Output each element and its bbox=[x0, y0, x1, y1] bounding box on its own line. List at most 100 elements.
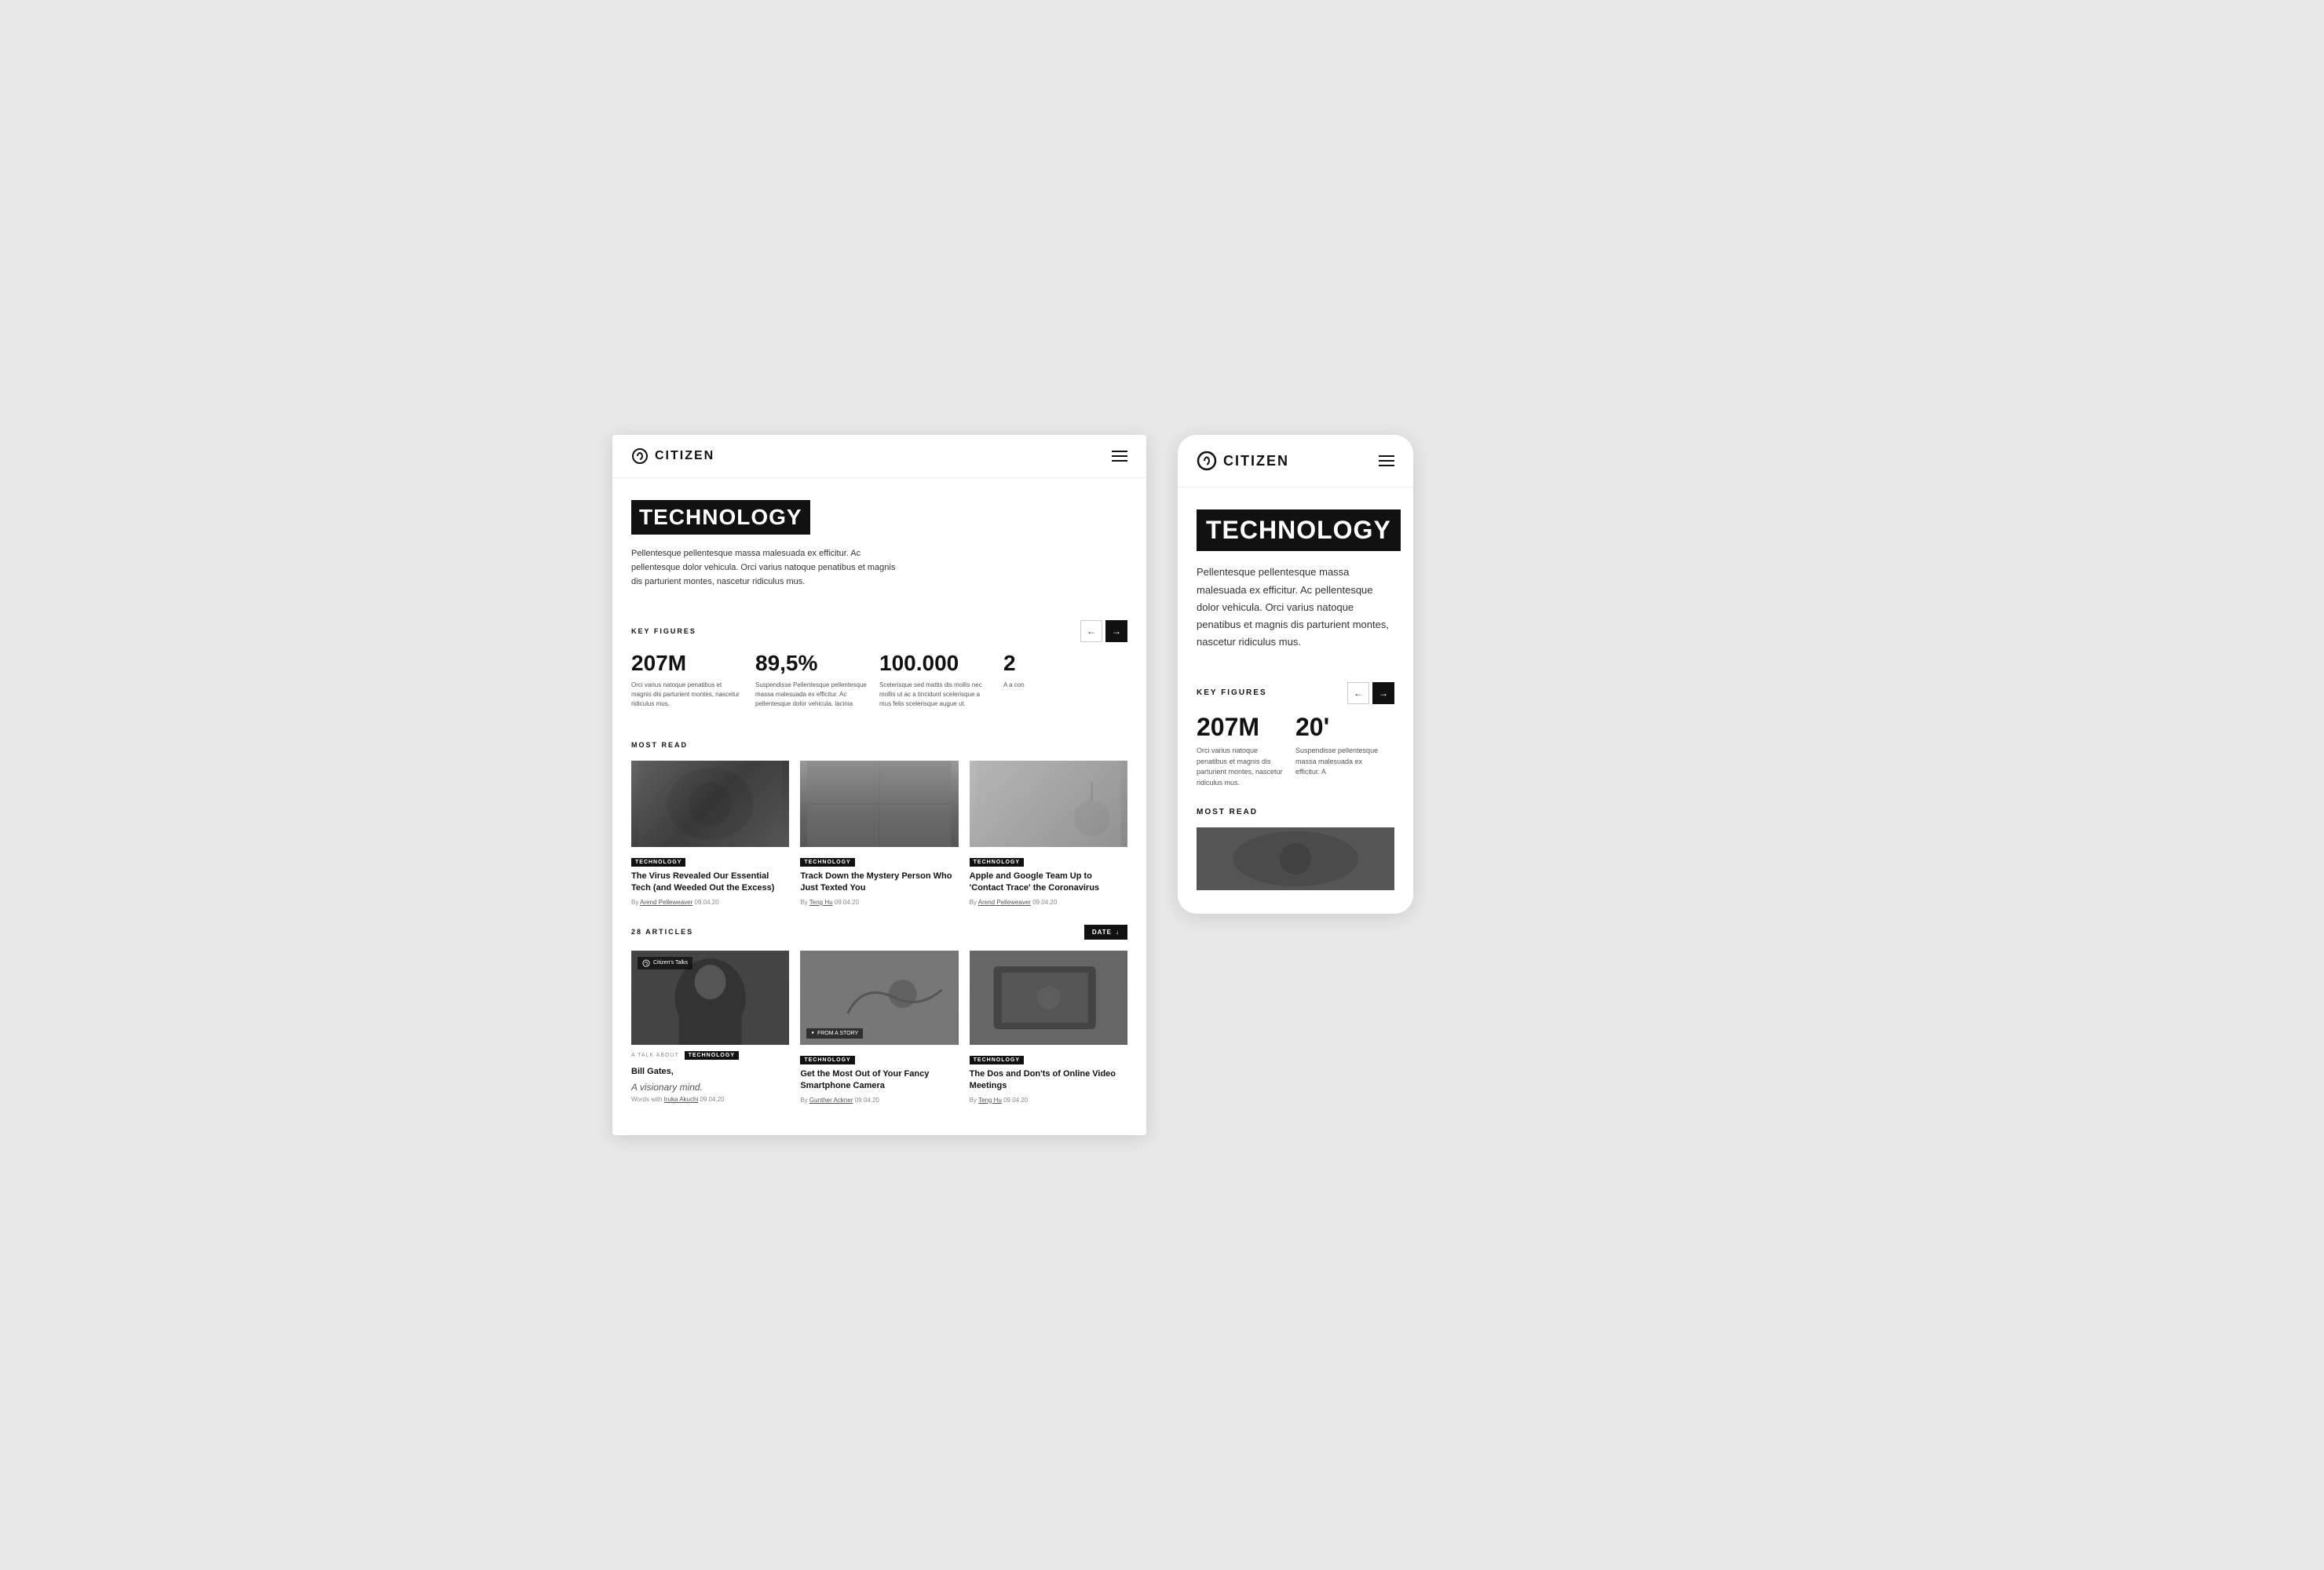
mobile-key-figures-label: KEY FIGURES bbox=[1197, 688, 1267, 697]
mobile-key-figures-nav: ← → bbox=[1347, 682, 1394, 704]
hero-description: Pellentesque pellentesque massa malesuad… bbox=[631, 547, 898, 589]
overlay-badge-text: Citizen's Talks bbox=[653, 960, 688, 966]
figure-desc-3: Scelerisque sed mattis dis mollis nec mo… bbox=[879, 681, 991, 709]
logo-icon bbox=[631, 447, 649, 465]
most-read-cards: TECHNOLOGY The Virus Revealed Our Essent… bbox=[631, 761, 1127, 906]
card-author-1[interactable]: Arend Pelleweaver bbox=[640, 899, 692, 906]
card-tag-3: TECHNOLOGY bbox=[970, 858, 1024, 867]
date-filter-icon: ↓ bbox=[1116, 929, 1120, 936]
figure-number-2: 89,5% bbox=[755, 652, 867, 676]
article-tag-2: TECHNOLOGY bbox=[800, 1056, 854, 1064]
mobile-hero-description: Pellentesque pellentesque massa malesuad… bbox=[1197, 564, 1394, 650]
mobile-figure-item-1: 207M Orci varius natoque penatibus et ma… bbox=[1197, 714, 1295, 788]
figure-desc-1: Orci varius natoque penatibus et magnis … bbox=[631, 681, 743, 709]
article-meta-1: Words with Iruka Akuchi 09.04.20 bbox=[631, 1096, 789, 1103]
date-filter-label: DATE bbox=[1092, 929, 1112, 936]
article-image-1: Citizen's Talks bbox=[631, 951, 789, 1045]
figure-item-2: 89,5% Suspendisse Pellentesque pellentes… bbox=[755, 652, 879, 709]
article-title-2: Get the Most Out of Your Fancy Smartphon… bbox=[800, 1068, 958, 1093]
most-read-card-2[interactable]: TECHNOLOGY Track Down the Mystery Person… bbox=[800, 761, 958, 906]
article-date-2: 09.04.20 bbox=[855, 1097, 879, 1104]
category-title: TECHNOLOGY bbox=[631, 500, 810, 535]
most-read-card-3[interactable]: TECHNOLOGY Apple and Google Team Up to '… bbox=[970, 761, 1127, 906]
mobile-figures-row: 207M Orci varius natoque penatibus et ma… bbox=[1178, 714, 1413, 804]
screens-container: CITIZEN TECHNOLOGY Pellentesque pellente… bbox=[612, 435, 1712, 1134]
article-author-1[interactable]: Iruka Akuchi bbox=[664, 1096, 699, 1103]
article-title-1: Bill Gates, bbox=[631, 1066, 789, 1078]
key-figures-header: KEY FIGURES ← → bbox=[612, 604, 1146, 652]
article-author-3[interactable]: Teng Hu bbox=[978, 1097, 1002, 1104]
card-date-1: 09.04.20 bbox=[695, 899, 719, 906]
key-figures-next-btn[interactable]: → bbox=[1105, 620, 1127, 642]
card-date-2: 09.04.20 bbox=[835, 899, 859, 906]
article-date-3: 09.04.20 bbox=[1003, 1097, 1028, 1104]
mobile-hamburger-menu[interactable] bbox=[1379, 455, 1394, 466]
card-title-3: Apple and Google Team Up to 'Contact Tra… bbox=[970, 871, 1127, 895]
card-meta-2: By Teng Hu 09.04.20 bbox=[800, 899, 958, 906]
most-read-label: MOST READ bbox=[631, 741, 688, 749]
mobile-key-figures-prev-btn[interactable]: ← bbox=[1347, 682, 1369, 704]
key-figures-nav: ← → bbox=[1080, 620, 1127, 642]
mobile-logo-icon bbox=[1197, 451, 1217, 471]
mobile-most-read-label: MOST READ bbox=[1197, 808, 1258, 816]
desktop-screen: CITIZEN TECHNOLOGY Pellentesque pellente… bbox=[612, 435, 1146, 1134]
mobile-logo-text: CITIZEN bbox=[1223, 453, 1289, 469]
card-image-2 bbox=[800, 761, 958, 847]
article-title-3: The Dos and Don'ts of Online Video Meeti… bbox=[970, 1068, 1127, 1093]
article-tag-3: TECHNOLOGY bbox=[970, 1056, 1024, 1064]
date-filter-btn[interactable]: DATE ↓ bbox=[1084, 925, 1127, 940]
article-meta-2: By Gunther Ackner 09.04.20 bbox=[800, 1097, 958, 1104]
desktop-hero: TECHNOLOGY Pellentesque pellentesque mas… bbox=[612, 478, 1146, 604]
figure-number-4: 2 bbox=[1003, 652, 1115, 676]
card-tag-1: TECHNOLOGY bbox=[631, 858, 685, 867]
articles-count: 28 ARTICLES bbox=[631, 928, 693, 936]
article-image-3 bbox=[970, 951, 1127, 1045]
card-title-1: The Virus Revealed Our Essential Tech (a… bbox=[631, 871, 789, 895]
article-author-2[interactable]: Gunther Ackner bbox=[809, 1097, 853, 1104]
most-read-card-1[interactable]: TECHNOLOGY The Virus Revealed Our Essent… bbox=[631, 761, 789, 906]
card-author-2[interactable]: Teng Hu bbox=[809, 899, 833, 906]
card-image-3 bbox=[970, 761, 1127, 847]
from-story-badge: ● FROM A STORY bbox=[806, 1028, 863, 1039]
card-author-3[interactable]: Arend Pelleweaver bbox=[978, 899, 1031, 906]
mobile-figure-number-1: 207M bbox=[1197, 714, 1283, 741]
article-image-2: ● FROM A STORY bbox=[800, 951, 958, 1045]
card-title-2: Track Down the Mystery Person Who Just T… bbox=[800, 871, 958, 895]
figure-number-3: 100.000 bbox=[879, 652, 991, 676]
article-meta-3: By Teng Hu 09.04.20 bbox=[970, 1097, 1127, 1104]
mobile-header: CITIZEN bbox=[1178, 435, 1413, 487]
figure-item-3: 100.000 Scelerisque sed mattis dis molli… bbox=[879, 652, 1003, 709]
key-figures-label: KEY FIGURES bbox=[631, 627, 696, 635]
figure-number-1: 207M bbox=[631, 652, 743, 676]
desktop-logo[interactable]: CITIZEN bbox=[631, 447, 714, 465]
card-image-1 bbox=[631, 761, 789, 847]
mobile-figure-desc-1: Orci varius natoque penatibus et magnis … bbox=[1197, 746, 1283, 788]
mobile-category-title: TECHNOLOGY bbox=[1197, 509, 1401, 551]
logo-text: CITIZEN bbox=[655, 449, 714, 463]
mobile-key-figures-next-btn[interactable]: → bbox=[1372, 682, 1394, 704]
mobile-logo[interactable]: CITIZEN bbox=[1197, 451, 1289, 471]
figure-item-1: 207M Orci varius natoque penatibus et ma… bbox=[631, 652, 755, 709]
mobile-screen: CITIZEN TECHNOLOGY Pellentesque pellente… bbox=[1178, 435, 1413, 914]
most-read-section: MOST READ TECHNOLOGY The Virus Revealed … bbox=[612, 725, 1146, 906]
article-card-1[interactable]: Citizen's Talks A TALK ABOUT TECHNOLOGY … bbox=[631, 951, 789, 1104]
articles-grid: Citizen's Talks A TALK ABOUT TECHNOLOGY … bbox=[631, 951, 1127, 1104]
article-tag-1: TECHNOLOGY bbox=[685, 1051, 739, 1060]
hamburger-menu[interactable] bbox=[1112, 451, 1127, 462]
desktop-header: CITIZEN bbox=[612, 435, 1146, 478]
mobile-most-read-header: MOST READ bbox=[1178, 804, 1413, 818]
article-card-3[interactable]: TECHNOLOGY The Dos and Don'ts of Online … bbox=[970, 951, 1127, 1104]
card-date-3: 09.04.20 bbox=[1032, 899, 1057, 906]
citizens-talks-badge: Citizen's Talks bbox=[638, 957, 692, 969]
mobile-key-figures-header: KEY FIGURES ← → bbox=[1178, 666, 1413, 714]
mobile-most-read-image bbox=[1197, 827, 1394, 890]
key-figures-prev-btn[interactable]: ← bbox=[1080, 620, 1102, 642]
mobile-hero: TECHNOLOGY Pellentesque pellentesque mas… bbox=[1178, 487, 1413, 666]
mobile-figure-desc-2: Suspendisse pellentesque massa malesuada… bbox=[1295, 746, 1382, 778]
articles-header: 28 ARTICLES DATE ↓ bbox=[631, 925, 1127, 940]
articles-section: 28 ARTICLES DATE ↓ bbox=[612, 906, 1146, 1104]
article-pre-label-1: A TALK ABOUT TECHNOLOGY bbox=[631, 1051, 789, 1064]
from-story-text: FROM A STORY bbox=[817, 1031, 858, 1036]
article-subtitle-1: A visionary mind. bbox=[631, 1082, 789, 1093]
article-card-2[interactable]: ● FROM A STORY TECHNOLOGY Get the Most O… bbox=[800, 951, 958, 1104]
